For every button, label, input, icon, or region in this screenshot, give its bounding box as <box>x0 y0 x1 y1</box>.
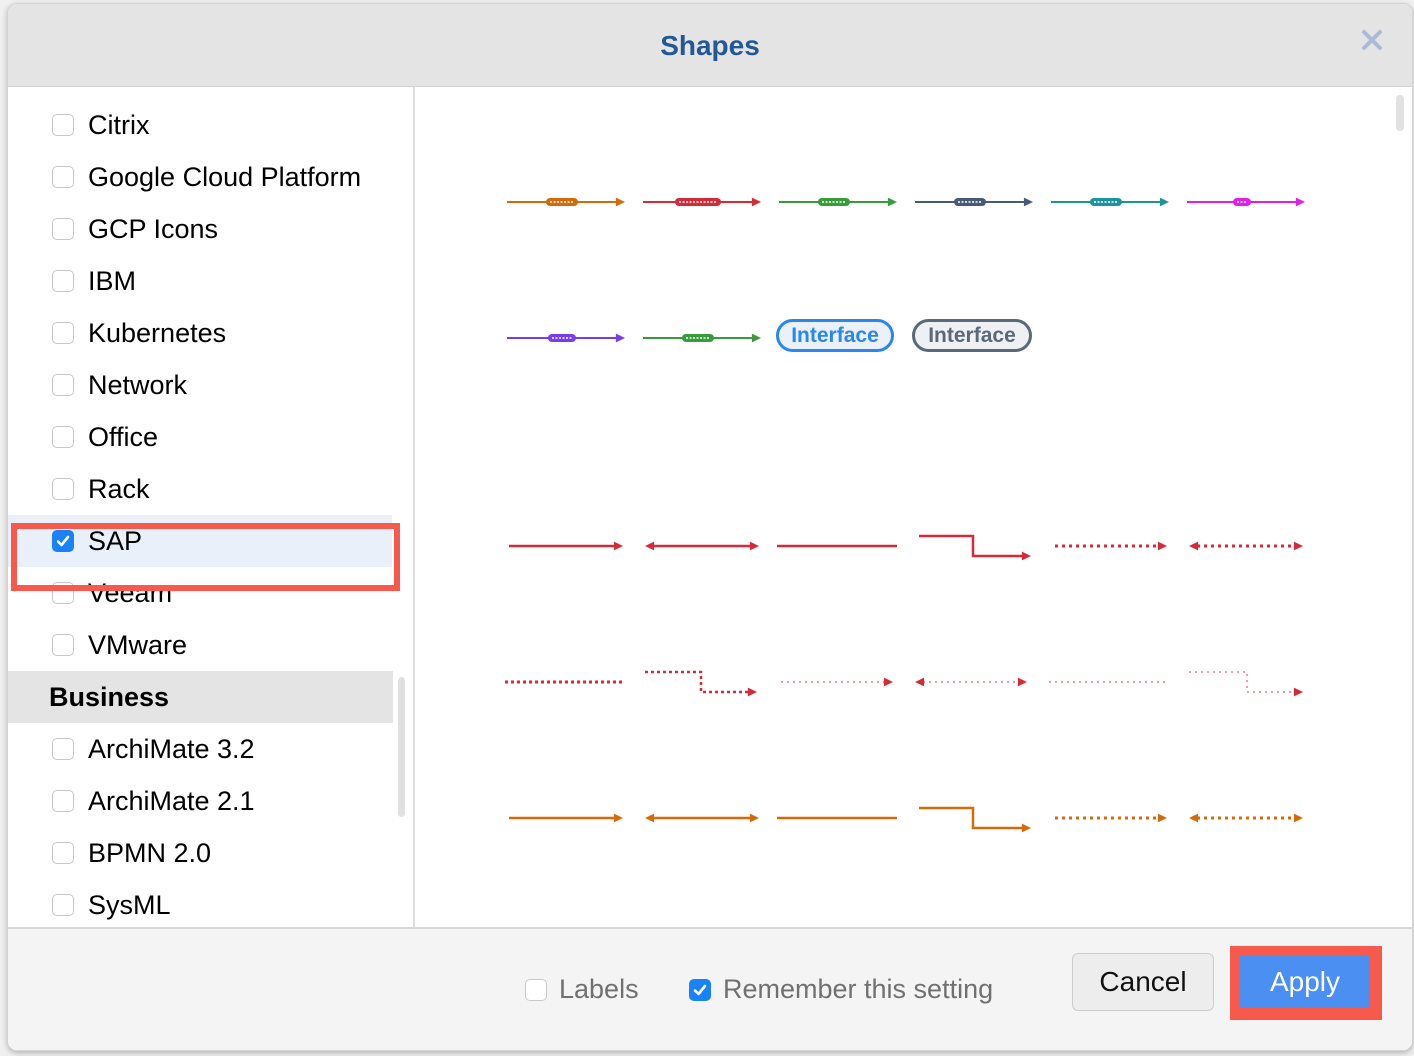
library-item-label: GCP Icons <box>88 213 219 244</box>
library-checkbox[interactable] <box>52 218 74 240</box>
connector-shape[interactable] <box>1189 541 1303 551</box>
library-item-label: ArchiMate 3.2 <box>88 733 255 764</box>
labels-checkbox[interactable] <box>525 978 547 1001</box>
interface-shape-blue[interactable]: Interface <box>776 319 894 352</box>
connector-shape[interactable] <box>1189 813 1303 823</box>
library-checkbox[interactable] <box>52 738 74 760</box>
sidebar-scrollbar[interactable] <box>398 677 405 817</box>
library-item-gcp-icons[interactable]: GCP Icons <box>8 203 392 255</box>
library-item-citrix[interactable]: Citrix <box>8 99 392 151</box>
library-item-office[interactable]: Office <box>8 411 392 463</box>
library-item-rack[interactable]: Rack <box>8 463 392 515</box>
library-item-label: Office <box>88 421 159 452</box>
library-checkbox[interactable] <box>52 322 74 344</box>
connector-shape[interactable] <box>1189 671 1303 697</box>
library-item-label: VMware <box>88 629 188 660</box>
remember-setting-checkbox[interactable] <box>689 978 711 1001</box>
library-item-google-cloud-platform[interactable]: Google Cloud Platform <box>8 151 392 203</box>
connector-shape[interactable] <box>1187 197 1305 207</box>
connector-shape[interactable] <box>645 541 759 551</box>
library-checkbox[interactable] <box>52 166 74 188</box>
connector-shape[interactable] <box>645 813 759 823</box>
library-checkbox[interactable] <box>52 842 74 864</box>
library-item-kubernetes[interactable]: Kubernetes <box>8 307 392 359</box>
library-checkbox[interactable] <box>52 790 74 812</box>
library-item-label: Citrix <box>88 109 150 140</box>
library-item-label: Veeam <box>88 577 173 608</box>
connector-shape[interactable] <box>643 197 761 207</box>
library-item-label: SysML <box>88 889 171 920</box>
apply-button[interactable]: Apply <box>1240 956 1370 1008</box>
library-item-vmware[interactable]: VMware <box>8 619 392 671</box>
labels-option[interactable]: Labels <box>525 974 639 1005</box>
library-checkbox[interactable] <box>52 530 74 552</box>
connector-shape[interactable] <box>645 670 757 697</box>
checkmark-icon <box>56 535 70 547</box>
shape-library-list[interactable]: Cumulus Citrix Google Cloud Platform GCP Ic… <box>8 87 415 927</box>
library-item-label: Rack <box>88 473 150 504</box>
library-item-ibm[interactable]: IBM <box>8 255 392 307</box>
library-item-label: Kubernetes <box>88 317 227 348</box>
library-checkbox[interactable] <box>52 634 74 656</box>
connector-shape[interactable] <box>1055 541 1167 551</box>
connector-shape[interactable] <box>509 813 623 823</box>
remember-setting-option[interactable]: Remember this setting <box>689 974 993 1005</box>
library-checkbox[interactable] <box>52 582 74 604</box>
dialog-header: Shapes <box>8 4 1412 87</box>
library-checkbox[interactable] <box>52 894 74 916</box>
library-item-label: ArchiMate 2.1 <box>88 785 255 816</box>
connector-shape[interactable] <box>1055 813 1167 823</box>
library-checkbox[interactable] <box>52 114 74 136</box>
library-item-label: Google Cloud Platform <box>88 161 362 192</box>
shape-preview-panel: Interface Interface <box>415 87 1412 927</box>
cancel-button[interactable]: Cancel <box>1072 953 1214 1011</box>
interface-shape-gray[interactable]: Interface <box>912 319 1032 352</box>
library-item-archimate-3-2[interactable]: ArchiMate 3.2 <box>8 723 392 775</box>
library-checkbox[interactable] <box>52 478 74 500</box>
connector-shape[interactable] <box>915 677 1027 687</box>
close-icon[interactable] <box>1358 26 1386 54</box>
checkmark-icon <box>693 984 707 995</box>
remember-setting-label: Remember this setting <box>723 974 994 1004</box>
library-item-network[interactable]: Network <box>8 359 392 411</box>
dialog-title: Shapes <box>660 30 760 61</box>
connector-shape[interactable] <box>507 333 625 343</box>
connector-shape[interactable] <box>509 541 623 551</box>
library-item-label: Network <box>88 369 188 400</box>
connector-shape[interactable] <box>915 197 1033 207</box>
connector-shape[interactable] <box>919 806 1031 833</box>
library-checkbox[interactable] <box>52 426 74 448</box>
library-item-label: BPMN 2.0 <box>88 837 212 868</box>
connector-shape[interactable] <box>1051 197 1169 207</box>
library-item-label: SAP <box>88 525 143 556</box>
library-item-label: Cumulus <box>88 87 195 89</box>
shapes-dialog: Shapes Cumulus Citrix Google Cloud Platfor… <box>7 3 1413 1051</box>
labels-option-label: Labels <box>559 974 639 1004</box>
library-item-sysml[interactable]: SysML <box>8 879 392 927</box>
library-item-label: IBM <box>88 265 137 296</box>
connector-shape[interactable] <box>919 534 1031 561</box>
library-item-cumulus[interactable]: Cumulus <box>8 87 392 99</box>
connector-shape[interactable] <box>643 333 761 343</box>
library-checkbox[interactable] <box>52 270 74 292</box>
library-item-bpmn-2-0[interactable]: BPMN 2.0 <box>8 827 392 879</box>
dialog-footer: Labels Remember this setting Cancel Appl… <box>8 927 1412 1050</box>
section-header-business: Business <box>8 671 393 723</box>
preview-canvas <box>505 197 1305 833</box>
connector-shape[interactable] <box>507 197 625 207</box>
library-checkbox[interactable] <box>52 374 74 396</box>
connector-shape[interactable] <box>779 197 897 207</box>
connector-shape[interactable] <box>781 677 893 687</box>
library-item-veeam[interactable]: Veeam <box>8 567 392 619</box>
highlight-apply: Apply <box>1230 946 1382 1020</box>
library-item-sap[interactable]: SAP <box>8 515 392 567</box>
library-item-archimate-2-1[interactable]: ArchiMate 2.1 <box>8 775 392 827</box>
